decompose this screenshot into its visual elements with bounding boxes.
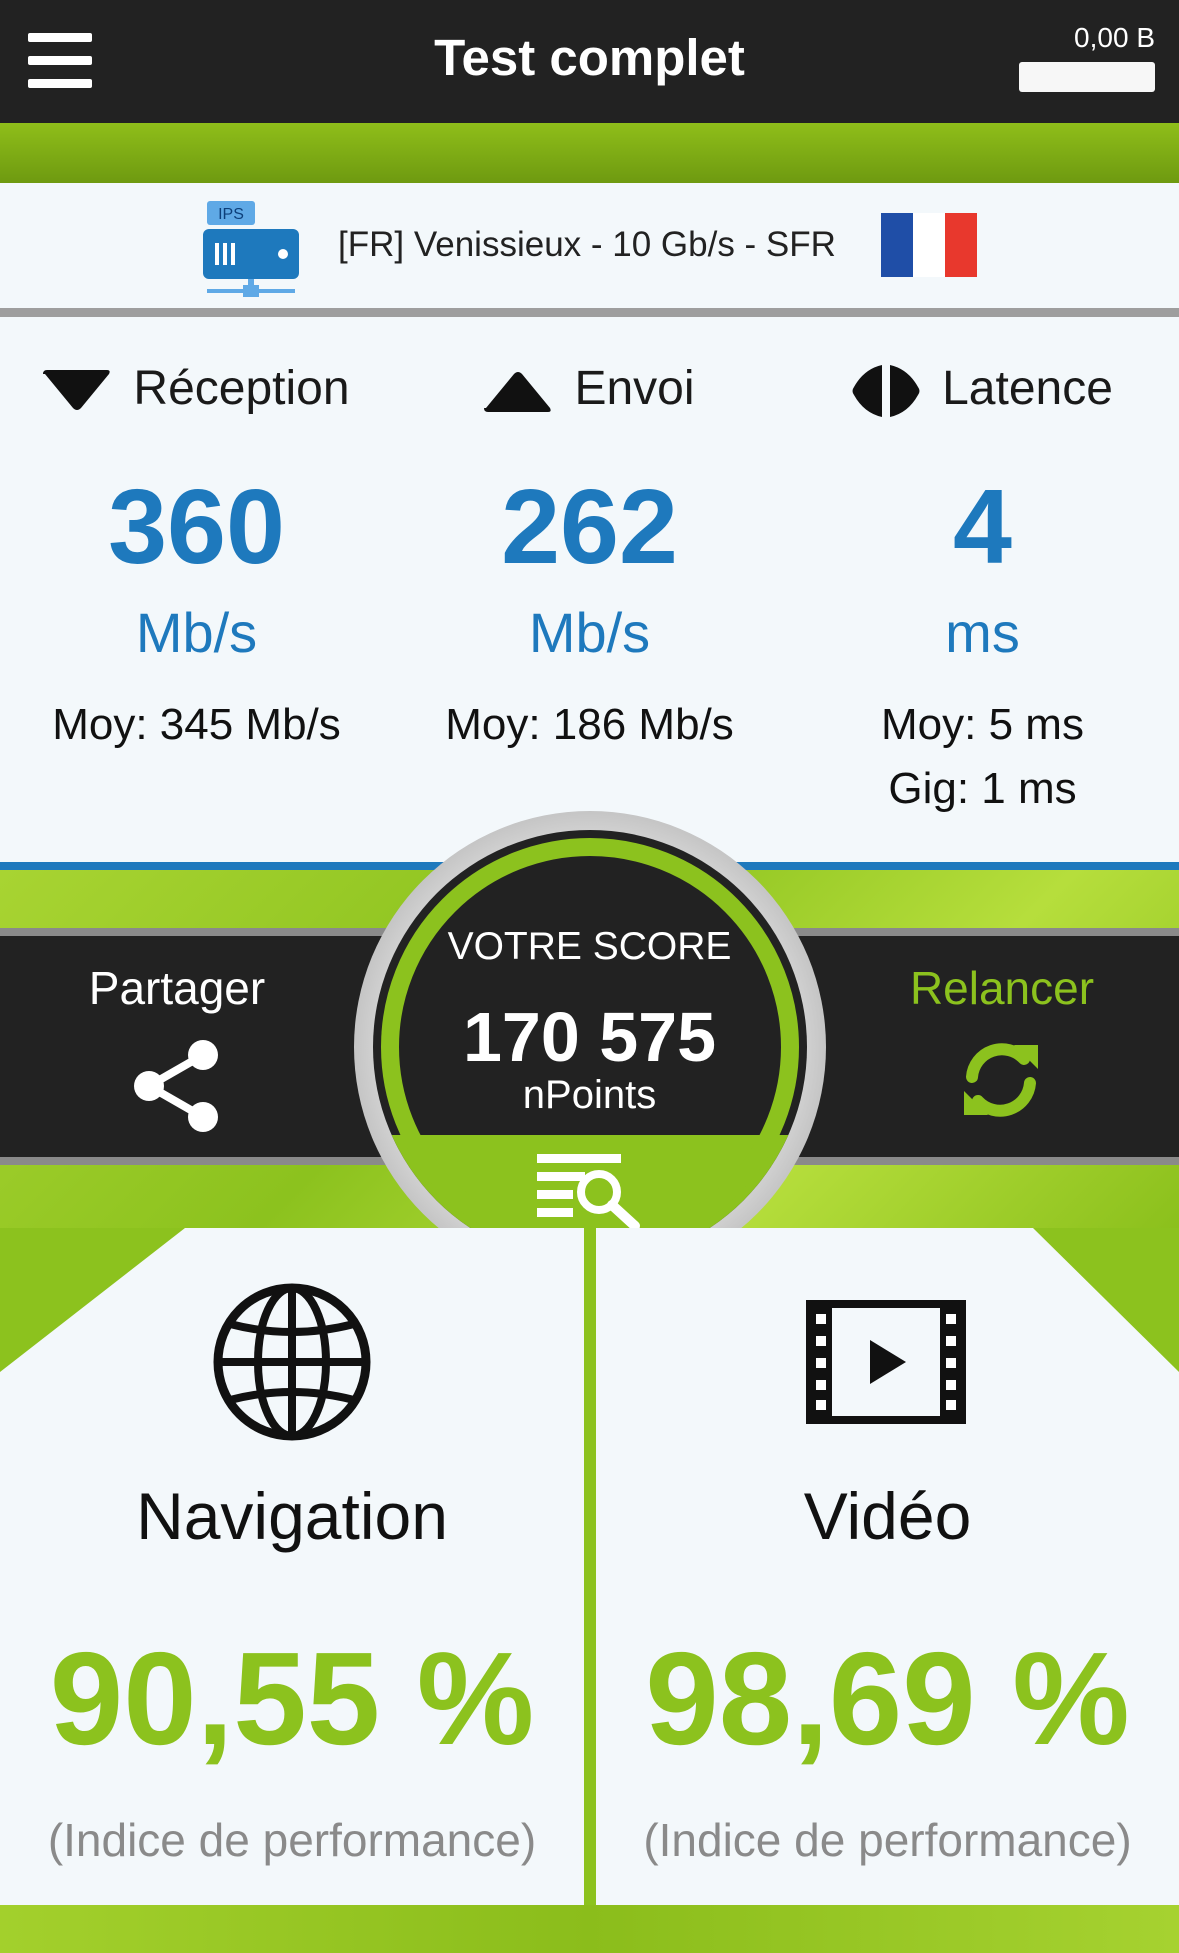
upload-unit: Mb/s [528,601,651,664]
globe-icon [213,1283,371,1441]
data-usage-bar [1019,62,1155,92]
upload-stat: Envoi 262 Mb/s Moy: 186 Mb/s [393,317,786,862]
arrow-up-icon [484,372,552,413]
card-divider [584,1287,596,1905]
separator [0,308,1179,317]
latency-average: Moy: 5 ms [881,700,1084,749]
arrow-down-icon [43,370,111,411]
latency-arrows-icon [852,365,920,418]
video-film-icon [806,1300,966,1424]
reception-unit: Mb/s [135,601,258,664]
server-row[interactable]: IPS [FR] Venissieux - 10 Gb/s - SFR [0,183,1179,308]
latency-value: 4 [953,468,1012,586]
france-flag-icon [881,213,977,277]
reception-label: Réception [133,362,350,415]
top-bar: Test complet 0,00 B [0,0,1179,123]
latency-jitter: Gig: 1 ms [888,764,1077,813]
score-unit: nPoints [522,1073,657,1117]
video-title: Vidéo [803,1479,972,1553]
server-name: [FR] Venissieux - 10 Gb/s - SFR [338,225,836,264]
data-usage-counter: 0,00 B [1074,22,1155,53]
latency-stat: Latence 4 ms Moy: 5 ms Gig: 1 ms [786,317,1179,862]
navigation-score: 90,55 % [49,1625,535,1772]
server-icon-label: IPS [218,206,244,223]
reception-value: 360 [108,468,285,586]
stats-panel: Réception 360 Mb/s Moy: 345 Mb/s Envoi 2… [0,317,1179,862]
navigation-title: Navigation [136,1479,448,1553]
page-title: Test complet [434,29,745,86]
latency-label: Latence [942,362,1113,415]
navigation-note: (Indice de performance) [47,1814,537,1866]
video-card[interactable]: Vidéo 98,69 % (Indice de performance) [596,1228,1179,1905]
upload-value: 262 [501,468,678,586]
reception-average: Moy: 345 Mb/s [52,700,341,749]
reception-stat: Réception 360 Mb/s Moy: 345 Mb/s [0,317,393,862]
video-score: 98,69 % [645,1625,1130,1772]
score-title: VOTRE SCORE [447,925,732,968]
score-value: 170 575 [462,998,717,1076]
details-search-icon[interactable] [535,1150,645,1230]
server-icon: IPS [203,201,299,297]
latency-unit: ms [945,601,1020,664]
navigation-card[interactable]: Navigation 90,55 % (Indice de performanc… [0,1228,584,1905]
upload-label: Envoi [574,362,695,415]
bottom-strip [0,1905,1179,1953]
video-note: (Indice de performance) [643,1814,1132,1866]
green-stripe [0,123,1179,183]
upload-average: Moy: 186 Mb/s [445,700,734,749]
